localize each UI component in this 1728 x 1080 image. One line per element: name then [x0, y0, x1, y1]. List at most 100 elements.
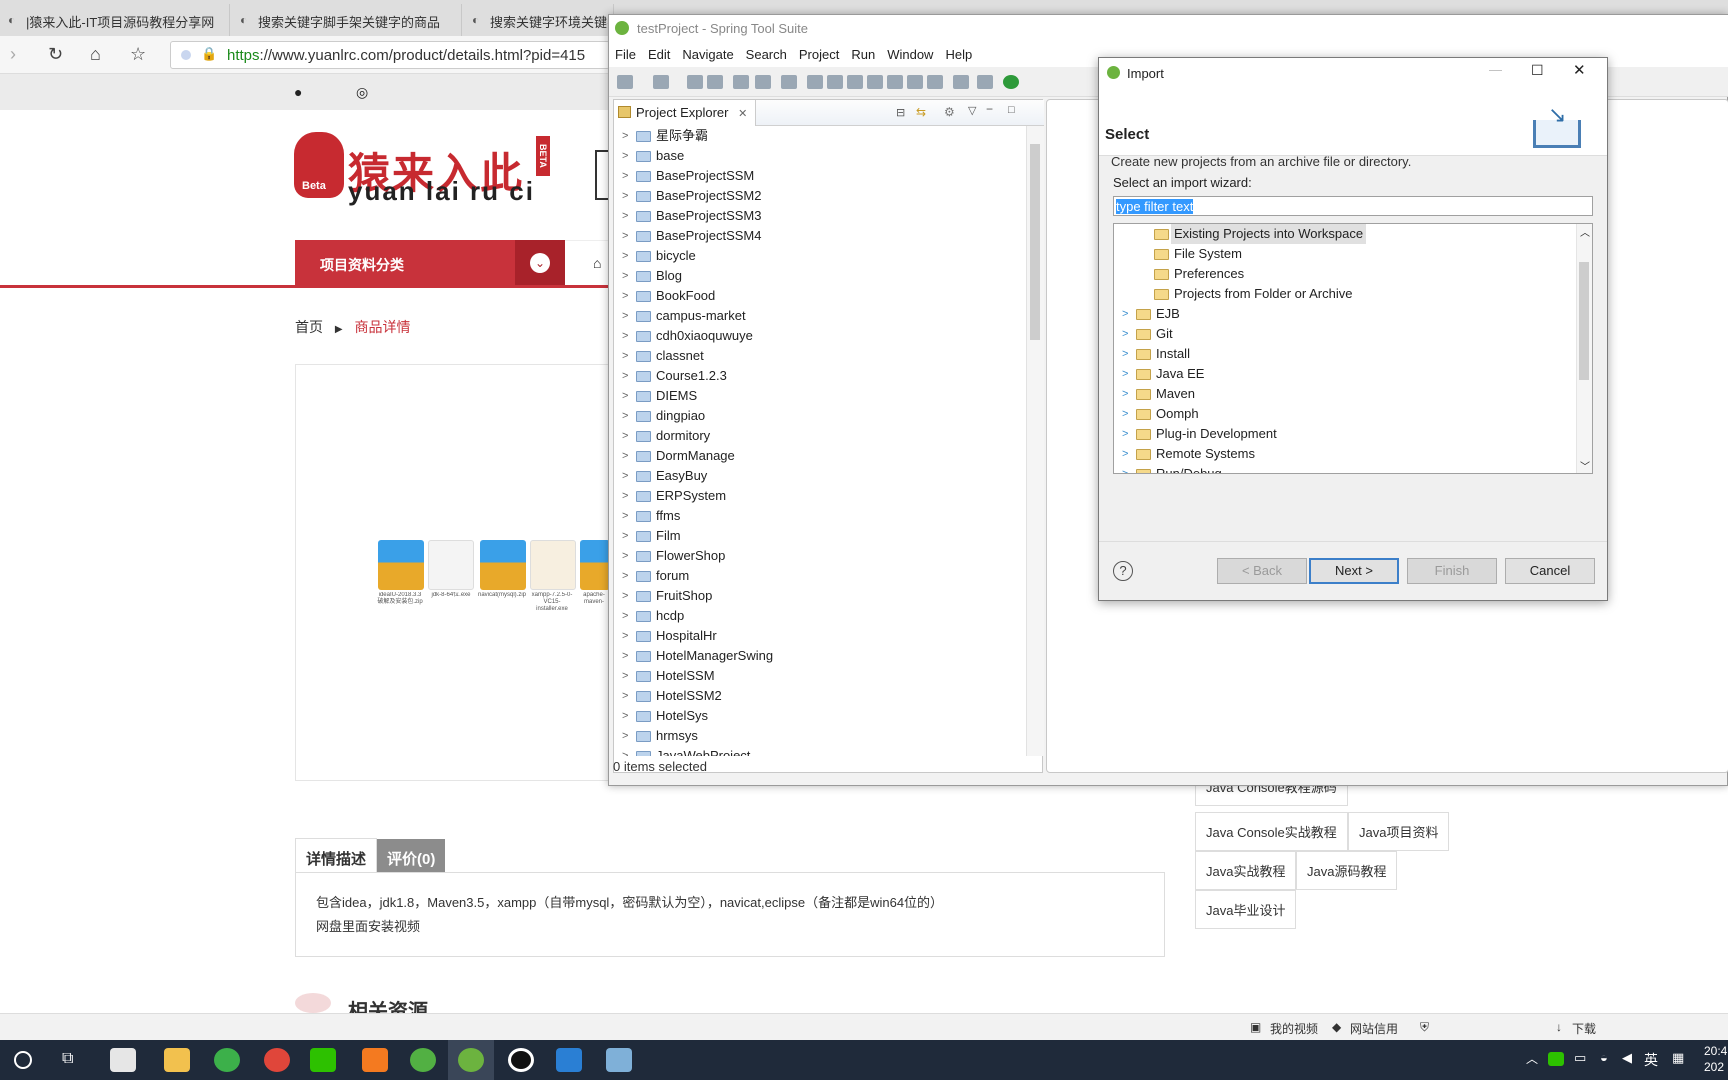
chevron-right-icon[interactable]: >: [622, 386, 628, 406]
save-all-icon[interactable]: [707, 75, 723, 89]
chevron-right-icon[interactable]: >: [622, 406, 628, 426]
chevron-right-icon[interactable]: >: [622, 166, 628, 186]
wizard-category[interactable]: > Run/Debug: [1114, 464, 1574, 473]
project-tree-item[interactable]: > HospitalHr: [614, 626, 1026, 646]
minimize-icon[interactable]: −: [986, 102, 993, 116]
menu-edit[interactable]: Edit: [642, 43, 676, 66]
toggle-icon[interactable]: [953, 75, 969, 89]
app-icon[interactable]: [110, 1048, 136, 1072]
project-tree-item[interactable]: > dormitory: [614, 426, 1026, 446]
menu-window[interactable]: Window: [881, 43, 939, 66]
project-tree-item[interactable]: > base: [614, 146, 1026, 166]
scroll-up-icon[interactable]: ︿: [1580, 224, 1590, 239]
bookmark-star-icon[interactable]: ☆: [130, 44, 146, 65]
project-tree-item[interactable]: > JavaWebProject: [614, 746, 1026, 756]
chevron-right-icon[interactable]: >: [622, 666, 628, 686]
step-into-icon[interactable]: [887, 75, 903, 89]
tag-link[interactable]: Java源码教程: [1296, 851, 1398, 890]
wizard-category[interactable]: > Maven: [1114, 384, 1574, 404]
maximize-icon[interactable]: ☐: [1531, 62, 1544, 79]
chevron-right-icon[interactable]: >: [622, 146, 628, 166]
chevron-right-icon[interactable]: >: [622, 346, 628, 366]
chevron-right-icon[interactable]: >: [622, 706, 628, 726]
chevron-right-icon[interactable]: >: [622, 646, 628, 666]
address-bar[interactable]: 🔒 https://www.yuanlrc.com/product/detail…: [170, 41, 610, 69]
boot-dashboard-icon[interactable]: [1003, 75, 1019, 89]
keyboard-icon[interactable]: ▦: [1672, 1050, 1684, 1066]
my-videos-link[interactable]: 我的视频: [1270, 1020, 1318, 1037]
wechat-icon[interactable]: [310, 1048, 336, 1072]
chevron-right-icon[interactable]: >: [622, 246, 628, 266]
project-tree-item[interactable]: > BaseProjectSSM: [614, 166, 1026, 186]
maximize-icon[interactable]: □: [1008, 104, 1015, 116]
menu-file[interactable]: File: [609, 43, 642, 66]
project-tree-item[interactable]: > 星际争霸: [614, 126, 1026, 146]
browser-tab-3[interactable]: ◐ 搜索关键字环境关键字: [464, 4, 614, 36]
site-info-icon[interactable]: [181, 50, 191, 60]
tag-link[interactable]: Java毕业设计: [1195, 890, 1297, 929]
chevron-right-icon[interactable]: >: [622, 186, 628, 206]
home-icon[interactable]: ⌂: [90, 44, 101, 65]
new-icon[interactable]: [617, 75, 633, 89]
xampp-icon[interactable]: [362, 1048, 388, 1072]
chevron-right-icon[interactable]: >: [1122, 324, 1128, 344]
chevron-right-icon[interactable]: >: [1122, 464, 1128, 473]
wizard-category[interactable]: > Remote Systems: [1114, 444, 1574, 464]
record-icon[interactable]: [508, 1048, 534, 1072]
menu-run[interactable]: Run: [845, 43, 881, 66]
search-icon[interactable]: [14, 1051, 32, 1069]
chevron-right-icon[interactable]: >: [1122, 404, 1128, 424]
link-editor-icon[interactable]: ⇆: [916, 105, 926, 119]
cancel-button[interactable]: Cancel: [1505, 558, 1595, 584]
project-tree-item[interactable]: > forum: [614, 566, 1026, 586]
project-tree-item[interactable]: > DIEMS: [614, 386, 1026, 406]
chevron-right-icon[interactable]: >: [622, 606, 628, 626]
project-tree-item[interactable]: > DormManage: [614, 446, 1026, 466]
chevron-right-icon[interactable]: >: [622, 486, 628, 506]
menu-project[interactable]: Project: [793, 43, 845, 66]
project-tree-item[interactable]: > bicycle: [614, 246, 1026, 266]
tag-link[interactable]: Java Console实战教程: [1195, 812, 1348, 851]
chevron-right-icon[interactable]: >: [622, 126, 628, 146]
step-over-icon[interactable]: [907, 75, 923, 89]
project-tree-item[interactable]: > HotelManagerSwing: [614, 646, 1026, 666]
project-tree-item[interactable]: > BookFood: [614, 286, 1026, 306]
video-icon[interactable]: ▣: [1250, 1020, 1261, 1034]
chevron-right-icon[interactable]: >: [622, 266, 628, 286]
menu-search[interactable]: Search: [740, 43, 793, 66]
terminate-icon[interactable]: [847, 75, 863, 89]
project-tree-item[interactable]: > BaseProjectSSM3: [614, 206, 1026, 226]
network-icon[interactable]: ◒: [1600, 1050, 1608, 1065]
chevron-right-icon[interactable]: >: [622, 526, 628, 546]
filter-input[interactable]: type filter text: [1113, 196, 1593, 216]
close-icon[interactable]: ✕: [1573, 61, 1586, 79]
photos-icon[interactable]: [556, 1048, 582, 1072]
browser-tab-1[interactable]: ◐ |猿来入此-IT项目源码教程分享网: [0, 4, 230, 36]
site-credit-link[interactable]: 网站信用: [1350, 1020, 1398, 1037]
explorer-scroll-thumb[interactable]: [1030, 144, 1040, 340]
chevron-right-icon[interactable]: >: [1122, 344, 1128, 364]
tag-link[interactable]: Java项目资料: [1348, 812, 1450, 851]
step-return-icon[interactable]: [927, 75, 943, 89]
wizard-category[interactable]: > Plug-in Development: [1114, 424, 1574, 444]
skip-breakpoints-icon[interactable]: [781, 75, 797, 89]
chevron-right-icon[interactable]: >: [622, 626, 628, 646]
project-tree-item[interactable]: > ffms: [614, 506, 1026, 526]
project-tree-item[interactable]: > Blog: [614, 266, 1026, 286]
chevron-right-icon[interactable]: >: [1122, 444, 1128, 464]
tag-link[interactable]: Java实战教程: [1195, 851, 1297, 890]
chevron-right-icon[interactable]: >: [1122, 364, 1128, 384]
project-tree-item[interactable]: > FlowerShop: [614, 546, 1026, 566]
qq-icon[interactable]: ●: [294, 84, 302, 100]
project-tree-item[interactable]: > EasyBuy: [614, 466, 1026, 486]
wizard-category[interactable]: > Install: [1114, 344, 1574, 364]
clock[interactable]: 20:4 202: [1704, 1043, 1727, 1075]
browser-tab-2[interactable]: ◐ 搜索关键字脚手架关键字的商品: [232, 4, 462, 36]
chevron-right-icon[interactable]: >: [622, 466, 628, 486]
wechat-icon[interactable]: ◎: [356, 84, 368, 101]
tab-description[interactable]: 详情描述: [295, 838, 378, 872]
wizard-item[interactable]: Projects from Folder or Archive: [1114, 284, 1574, 304]
project-tree-item[interactable]: > Course1.2.3: [614, 366, 1026, 386]
project-tree-item[interactable]: > hrmsys: [614, 726, 1026, 746]
download-icon[interactable]: ↓: [1556, 1020, 1562, 1034]
